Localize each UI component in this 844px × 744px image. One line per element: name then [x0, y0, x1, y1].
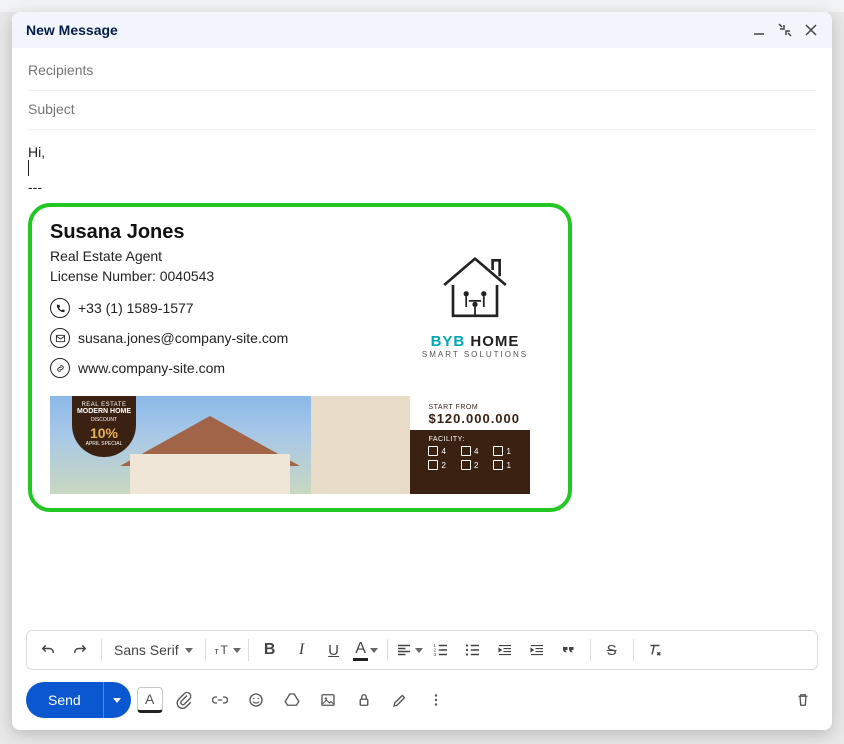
font-family-select[interactable]: Sans Serif — [108, 642, 199, 658]
undo-button[interactable] — [33, 635, 63, 665]
minimize-button[interactable] — [752, 23, 766, 37]
chevron-down-icon — [415, 648, 423, 653]
insert-photo-button[interactable] — [313, 685, 343, 715]
recipients-row[interactable] — [28, 52, 816, 91]
signature-banner: REAL ESTATE MODERN HOME DISCOUNT 10% APR… — [50, 396, 530, 494]
window-controls — [752, 23, 818, 37]
phone-icon — [50, 298, 70, 318]
body-separator: --- — [28, 179, 816, 195]
chevron-down-icon — [185, 648, 193, 653]
signature-email-row: susana.jones@company-site.com — [50, 328, 380, 348]
banner-interior-image — [311, 396, 411, 494]
confidential-mode-button[interactable] — [349, 685, 379, 715]
chevron-down-icon — [233, 648, 241, 653]
send-button[interactable]: Send — [26, 682, 103, 718]
insert-drive-button[interactable] — [277, 685, 307, 715]
recipients-input[interactable] — [28, 62, 816, 78]
signature-block: Susana Jones Real Estate Agent License N… — [28, 203, 572, 512]
body-greeting: Hi, — [28, 144, 816, 160]
font-size-button[interactable]: тT — [212, 635, 242, 665]
text-color-button[interactable]: A — [351, 635, 381, 665]
banner-price-label: START FROM — [428, 404, 520, 411]
action-bar: Send A — [12, 670, 832, 730]
indent-less-button[interactable] — [490, 635, 520, 665]
svg-text:3: 3 — [433, 652, 436, 657]
signature-website: www.company-site.com — [78, 360, 225, 376]
signature-website-row: www.company-site.com — [50, 358, 380, 378]
logo-brand: BYB HOME — [422, 333, 528, 350]
window-title: New Message — [26, 22, 118, 38]
send-options-button[interactable] — [103, 682, 131, 718]
signature-role: Real Estate Agent — [50, 248, 380, 264]
quote-button[interactable] — [554, 635, 584, 665]
banner-badge: REAL ESTATE MODERN HOME DISCOUNT 10% APR… — [72, 396, 136, 457]
subject-input[interactable] — [28, 101, 816, 117]
insert-link-button[interactable] — [205, 685, 235, 715]
subject-row[interactable] — [28, 91, 816, 130]
signature-email: susana.jones@company-site.com — [78, 330, 288, 346]
indent-more-button[interactable] — [522, 635, 552, 665]
titlebar: New Message — [12, 12, 832, 48]
bold-button[interactable]: B — [255, 635, 285, 665]
italic-button[interactable]: I — [287, 635, 317, 665]
svg-text:т: т — [214, 646, 218, 656]
fullscreen-exit-button[interactable] — [778, 23, 792, 37]
mail-icon — [50, 328, 70, 348]
text-cursor — [28, 160, 29, 176]
chevron-down-icon — [113, 698, 121, 703]
attach-file-button[interactable] — [169, 685, 199, 715]
compose-window: New Message Hi, --- Susana J — [12, 12, 832, 730]
message-body[interactable]: Hi, --- Susana Jones Real Estate Agent L… — [12, 130, 832, 630]
banner-price-value: $120.000.000 — [428, 411, 520, 426]
redo-button[interactable] — [65, 635, 95, 665]
close-button[interactable] — [804, 23, 818, 37]
more-options-button[interactable] — [421, 685, 451, 715]
chevron-down-icon — [370, 648, 378, 653]
strikethrough-button[interactable]: S — [597, 635, 627, 665]
insert-signature-button[interactable] — [385, 685, 415, 715]
signature-logo: BYB HOME SMART SOLUTIONS — [400, 221, 550, 378]
numbered-list-button[interactable]: 123 — [426, 635, 456, 665]
signature-phone: +33 (1) 1589-1577 — [78, 300, 194, 316]
formatting-options-button[interactable]: A — [137, 687, 163, 713]
signature-name: Susana Jones — [50, 221, 380, 244]
logo-tagline: SMART SOLUTIONS — [422, 350, 528, 359]
align-button[interactable] — [394, 635, 424, 665]
banner-facility-grid: 4 4 1 2 2 1 — [428, 446, 520, 470]
bulleted-list-button[interactable] — [458, 635, 488, 665]
discard-draft-button[interactable] — [788, 685, 818, 715]
underline-button[interactable]: U — [319, 635, 349, 665]
svg-text:T: T — [220, 643, 228, 657]
signature-phone-row: +33 (1) 1589-1577 — [50, 298, 380, 318]
banner-house-image: REAL ESTATE MODERN HOME DISCOUNT 10% APR… — [50, 396, 311, 494]
header-fields — [12, 48, 832, 130]
signature-license: License Number: 0040543 — [50, 268, 380, 284]
formatting-toolbar: Sans Serif тT B I U A 123 — [26, 630, 818, 670]
insert-emoji-button[interactable] — [241, 685, 271, 715]
link-icon — [50, 358, 70, 378]
remove-formatting-button[interactable] — [640, 635, 670, 665]
house-logo-icon — [429, 241, 521, 329]
banner-facility-label: FACILITY: — [428, 436, 520, 443]
